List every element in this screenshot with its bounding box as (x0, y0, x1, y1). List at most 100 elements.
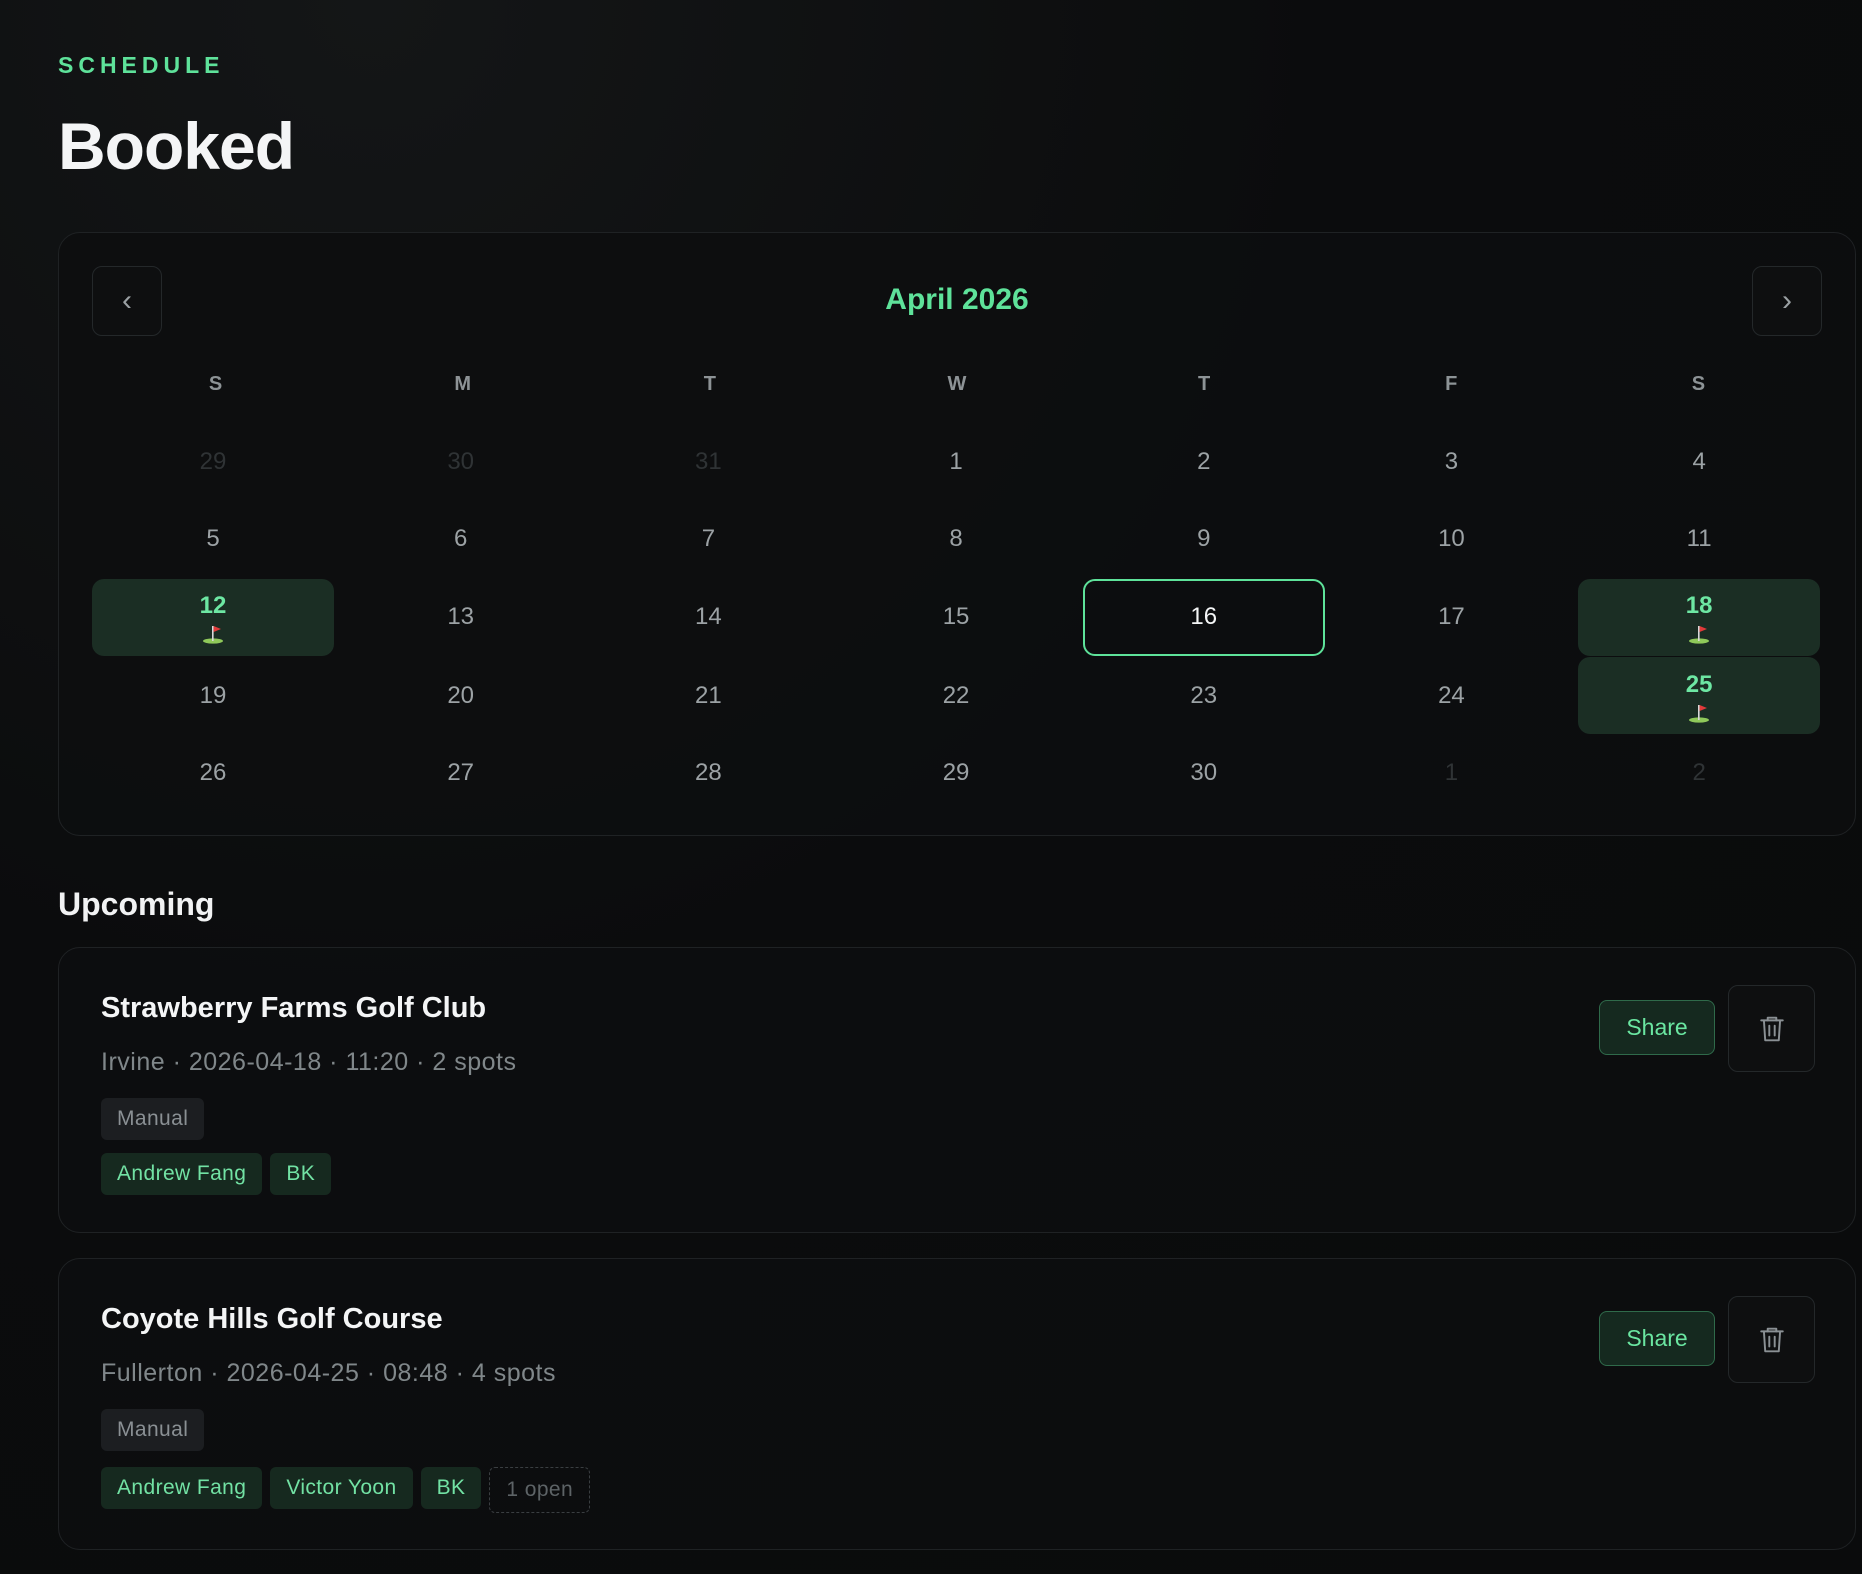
calendar-day-today[interactable]: 16 (1082, 578, 1325, 656)
calendar-day[interactable]: 31 (587, 423, 829, 500)
day-number: 13 (447, 603, 475, 630)
player-tags: Andrew Fang BK (101, 1153, 332, 1195)
day-number: 6 (454, 524, 468, 552)
player-chip: Andrew Fang (101, 1467, 263, 1509)
calendar-day[interactable]: 30 (1083, 734, 1325, 811)
booking-details: Fullerton · 2026-04-25 · 08:48 · 4 spots (101, 1359, 556, 1387)
day-number: 26 (199, 758, 227, 786)
player-chip: BK (270, 1153, 332, 1195)
booking-card: Strawberry Farms Golf Club Irvine · 2026… (58, 947, 1856, 1233)
day-number: 9 (1197, 524, 1211, 552)
weekday-label: M (454, 373, 472, 395)
chevron-right-icon: › (1782, 284, 1792, 317)
day-number: 16 (1190, 603, 1218, 630)
upcoming-heading: Upcoming (58, 886, 215, 922)
player-chip: BK (420, 1467, 482, 1509)
calendar-day[interactable]: 9 (1083, 500, 1325, 577)
booking-card: Coyote Hills Golf Course Fullerton · 202… (58, 1258, 1856, 1550)
calendar-day[interactable]: 3 (1330, 423, 1572, 500)
calendar-day[interactable]: 6 (340, 500, 582, 577)
source-tags: Manual (101, 1098, 205, 1140)
course-name: Strawberry Farms Golf Club (101, 992, 487, 1024)
day-number: 27 (447, 758, 475, 786)
calendar-day[interactable]: 15 (835, 577, 1077, 657)
calendar-day[interactable]: 2 (1578, 734, 1820, 811)
delete-button[interactable] (1728, 985, 1815, 1072)
day-number: 8 (949, 524, 963, 552)
day-number: 22 (942, 681, 970, 709)
day-number: 12 (199, 592, 227, 619)
day-number: 2 (1692, 758, 1706, 786)
calendar-day[interactable]: 7 (587, 500, 829, 577)
day-number: 28 (695, 758, 722, 786)
player-chip: Andrew Fang (101, 1153, 263, 1195)
course-name: Coyote Hills Golf Course (101, 1303, 443, 1335)
calendar-day[interactable]: 19 (92, 657, 334, 734)
calendar-day[interactable]: 2 (1083, 423, 1325, 500)
trash-icon (1759, 1327, 1784, 1352)
calendar-day[interactable]: 29 (92, 423, 334, 500)
golf-flag-icon (1689, 626, 1710, 644)
calendar-day[interactable]: 20 (340, 657, 582, 734)
calendar-day[interactable]: 10 (1330, 500, 1572, 577)
section-eyebrow: SCHEDULE (58, 52, 225, 78)
calendar-day[interactable]: 1 (835, 423, 1077, 500)
page-title: Booked (58, 109, 295, 183)
source-badge: Manual (101, 1409, 205, 1451)
player-tags: Andrew Fang Victor Yoon BK 1 open (101, 1467, 591, 1513)
open-spot-chip: 1 open (489, 1467, 591, 1513)
weekday-label: S (208, 373, 223, 395)
calendar-day[interactable]: 26 (92, 734, 334, 811)
calendar-day[interactable]: 14 (587, 577, 829, 657)
delete-button[interactable] (1728, 1296, 1815, 1383)
day-number: 18 (1685, 592, 1713, 619)
source-tags: Manual (101, 1409, 205, 1451)
weekday-label: F (1445, 373, 1458, 395)
day-number: 29 (942, 758, 970, 786)
calendar-day[interactable]: 13 (340, 577, 582, 657)
golf-flag-icon (203, 626, 223, 644)
day-number: 4 (1692, 447, 1706, 475)
calendar-day[interactable]: 17 (1330, 577, 1572, 657)
calendar-day[interactable]: 30 (340, 423, 582, 500)
calendar-day[interactable]: 4 (1578, 423, 1820, 500)
calendar-day[interactable]: 22 (835, 657, 1077, 734)
calendar-day[interactable]: 1 (1330, 734, 1572, 811)
calendar-day[interactable]: 28 (587, 734, 829, 811)
booking-details: Irvine · 2026-04-18 · 11:20 · 2 spots (101, 1048, 517, 1076)
share-button[interactable]: Share (1599, 1000, 1715, 1055)
calendar-day[interactable]: 11 (1578, 500, 1820, 577)
calendar-day[interactable]: 8 (835, 500, 1077, 577)
player-chip: Victor Yoon (270, 1467, 413, 1509)
day-number: 15 (942, 603, 970, 630)
day-number: 19 (199, 681, 227, 709)
day-number: 2 (1197, 447, 1211, 475)
calendar-day[interactable]: 27 (340, 734, 582, 811)
calendar-day-booked[interactable]: 18 (1578, 578, 1821, 656)
day-number: 30 (447, 447, 475, 475)
calendar-day-booked[interactable]: 25 (1578, 657, 1821, 734)
calendar-day[interactable]: 21 (587, 657, 829, 734)
day-number: 1 (1444, 758, 1459, 786)
day-number: 1 (949, 447, 963, 475)
calendar-card: ‹ April 2026 › S M T W T F S 29 30 31 1 2 3 4 5… (58, 232, 1856, 836)
day-number: 31 (695, 447, 722, 475)
day-number: 11 (1686, 524, 1712, 552)
day-number: 5 (206, 524, 220, 552)
calendar-day[interactable]: 23 (1083, 657, 1325, 734)
day-number: 24 (1438, 681, 1465, 709)
next-month-button[interactable]: › (1752, 266, 1822, 336)
day-number: 23 (1190, 681, 1218, 709)
day-number: 29 (199, 447, 227, 475)
day-number: 14 (695, 603, 722, 630)
weekday-label: T (703, 373, 716, 395)
weekday-label: S (1691, 373, 1706, 395)
calendar-day[interactable]: 5 (92, 500, 334, 577)
calendar-day-booked[interactable]: 12 (92, 578, 334, 656)
day-number: 30 (1190, 758, 1218, 786)
share-button[interactable]: Share (1599, 1311, 1715, 1366)
day-number: 7 (701, 524, 716, 552)
calendar-day[interactable]: 24 (1330, 657, 1572, 734)
calendar-day-grid: 29 30 31 1 2 3 4 5 6 7 8 9 10 11 12 13 14 15 16 17 18 19 20 21 2… (92, 423, 1822, 811)
calendar-day[interactable]: 29 (835, 734, 1077, 811)
